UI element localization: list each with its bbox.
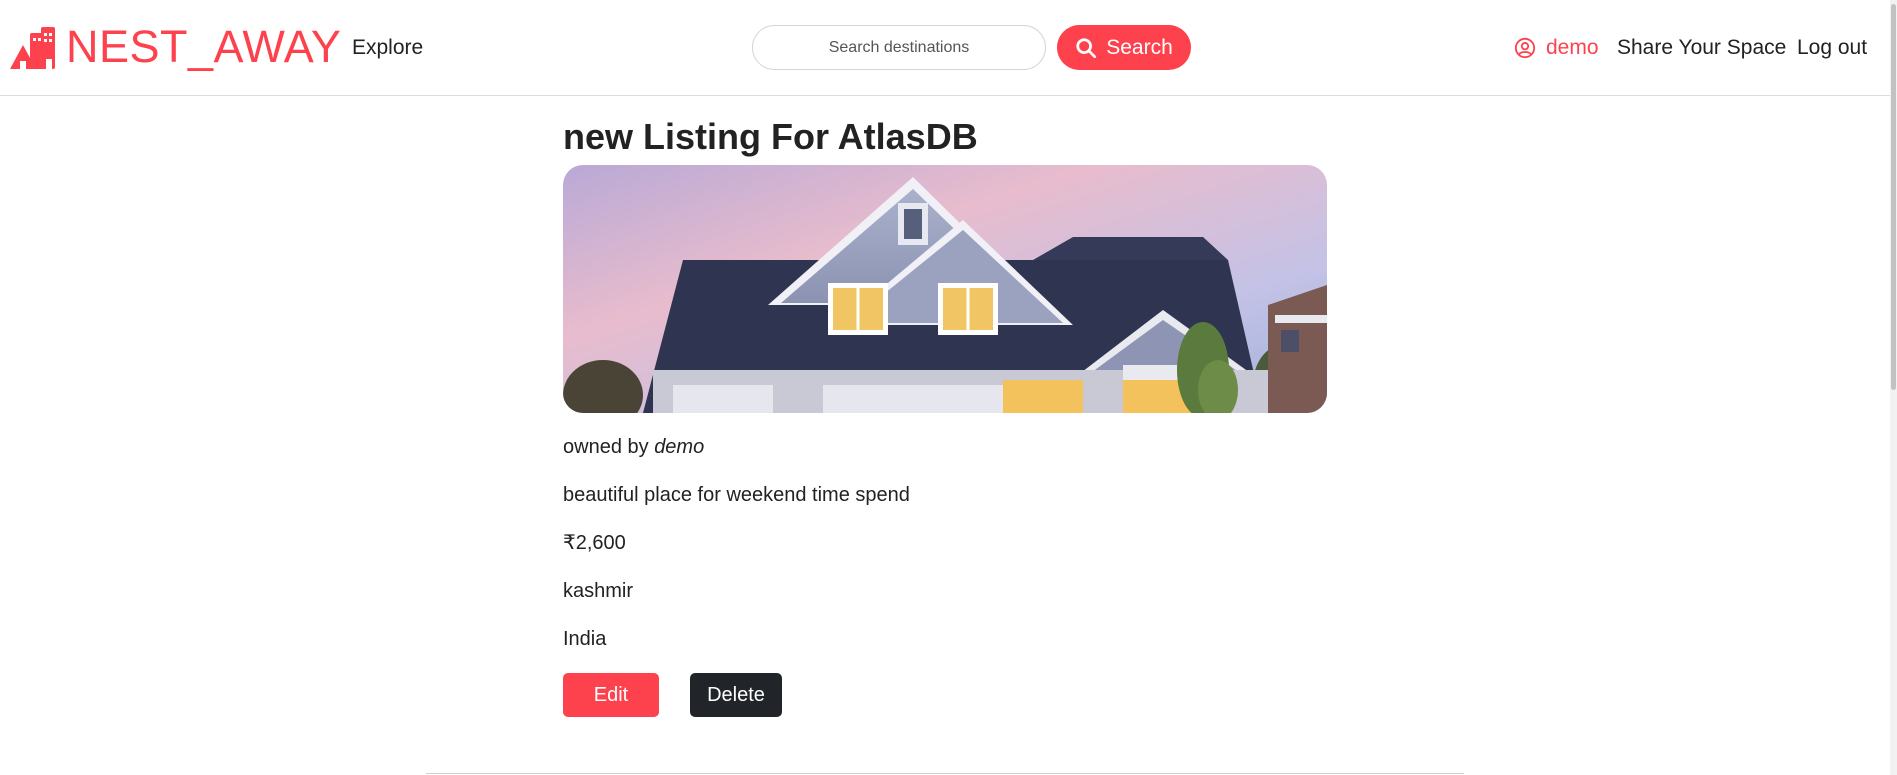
share-your-space-link[interactable]: Share Your Space [1617, 34, 1786, 62]
logout-link[interactable]: Log out [1797, 34, 1867, 62]
search-button[interactable]: Search [1057, 25, 1191, 70]
nav-explore-link[interactable]: Explore [352, 34, 423, 62]
delete-button[interactable]: Delete [690, 673, 782, 717]
listing-location: kashmir [563, 580, 634, 602]
listing-price: ₹2,600 [563, 532, 626, 554]
page: NEST_AWAY Explore Search demo Share Your… [0, 0, 1897, 775]
owner-line: owned by demo [563, 433, 704, 461]
listing-image [563, 165, 1327, 413]
divider [426, 773, 1464, 774]
brand-name: NEST_AWAY [66, 21, 342, 72]
navbar: NEST_AWAY Explore Search demo Share Your… [0, 0, 1897, 96]
edit-button[interactable]: Edit [563, 673, 659, 717]
scrollbar-thumb[interactable] [1891, 4, 1896, 390]
search-button-label: Search [1106, 35, 1173, 59]
user-circle-icon [1514, 37, 1536, 59]
brand-logo[interactable]: NEST_AWAY [10, 22, 341, 72]
owner-name: demo [654, 436, 705, 458]
listing-title: new Listing For AtlasDB [563, 116, 978, 157]
listing-country: India [563, 628, 607, 650]
user-name: demo [1546, 36, 1599, 59]
owner-prefix: owned by [563, 436, 649, 458]
city-buildings-icon [10, 27, 55, 69]
user-profile-link[interactable]: demo [1514, 34, 1599, 62]
house-photo [563, 165, 1327, 413]
listing-description: beautiful place for weekend time spend [563, 484, 910, 506]
search-icon [1076, 37, 1097, 58]
search-input[interactable] [752, 25, 1046, 70]
